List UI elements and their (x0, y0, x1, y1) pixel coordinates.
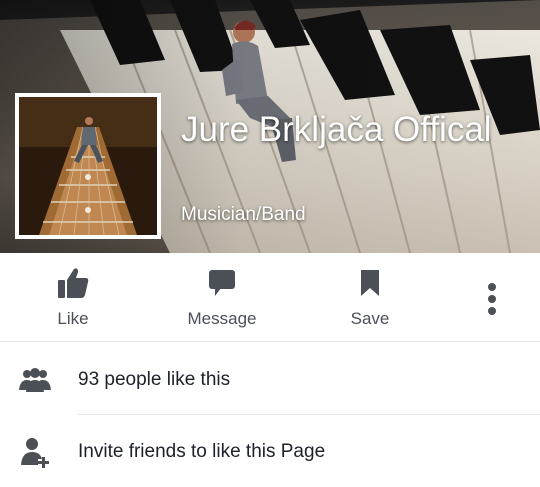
likes-row[interactable]: 93 people like this (0, 345, 540, 415)
cover-photo[interactable]: Jure Brkljača Offical Musician/Band (0, 0, 540, 253)
guitar-fretboard-image (19, 97, 157, 235)
profile-picture[interactable] (15, 93, 161, 239)
invite-friends-text: Invite friends to like this Page (78, 441, 326, 462)
likes-count-text: 93 people like this (78, 369, 231, 390)
add-friend-icon (18, 435, 52, 469)
like-button[interactable]: Like (13, 253, 133, 341)
more-vertical-icon[interactable] (472, 253, 512, 341)
message-label: Message (187, 309, 257, 328)
action-bar: Like Message Save (0, 253, 540, 342)
row-divider (78, 414, 540, 415)
like-label: Like (57, 309, 89, 328)
bookmark-icon (359, 266, 381, 300)
page-category[interactable]: Musician/Band (181, 204, 306, 226)
save-button[interactable]: Save (310, 253, 430, 341)
message-icon (207, 266, 237, 300)
save-label: Save (350, 309, 390, 328)
people-icon (18, 363, 52, 397)
thumbs-up-icon (56, 266, 90, 300)
invite-row[interactable]: Invite friends to like this Page (0, 417, 540, 487)
page-title: Jure Brkljača Offical (181, 110, 492, 149)
message-button[interactable]: Message (162, 253, 282, 341)
